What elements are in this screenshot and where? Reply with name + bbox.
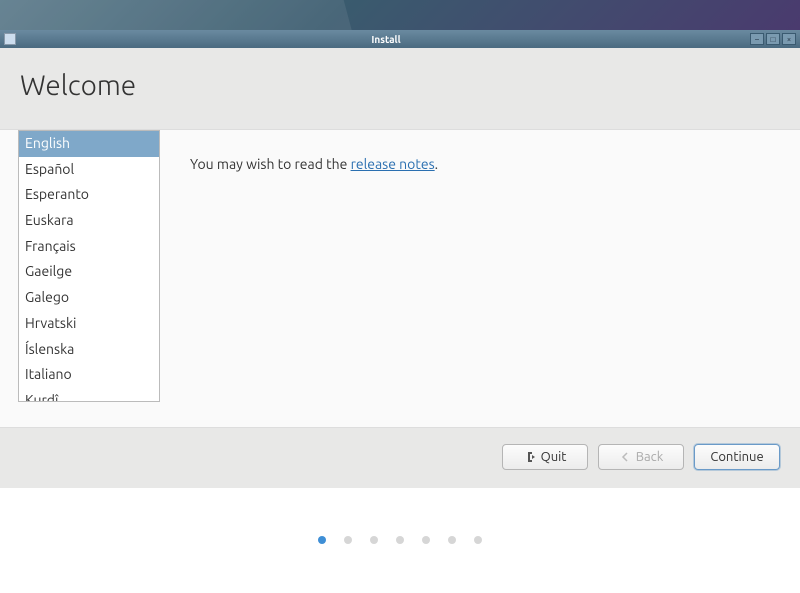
pager-dot[interactable]	[370, 536, 378, 544]
release-notes-link[interactable]: release notes	[351, 156, 435, 172]
pager-dot[interactable]	[318, 536, 326, 544]
release-notes-prefix: You may wish to read the	[190, 156, 351, 172]
desktop-background: Install – □ × Welcome EnglishEspañolEspe…	[0, 0, 800, 593]
close-button[interactable]: ×	[782, 33, 796, 45]
language-item[interactable]: Íslenska	[19, 337, 159, 363]
language-item[interactable]: Español	[19, 157, 159, 183]
maximize-button[interactable]: □	[766, 33, 780, 45]
language-item[interactable]: Italiano	[19, 362, 159, 388]
pager-dot[interactable]	[422, 536, 430, 544]
language-item[interactable]: Euskara	[19, 208, 159, 234]
installer-footer: Quit Back Continue	[0, 428, 800, 488]
language-item[interactable]: Esperanto	[19, 182, 159, 208]
language-item[interactable]: Français	[19, 234, 159, 260]
back-icon	[619, 451, 631, 463]
back-label: Back	[636, 450, 664, 464]
quit-icon	[524, 451, 536, 463]
step-pager	[0, 536, 800, 544]
continue-label: Continue	[710, 450, 763, 464]
page-background	[0, 488, 800, 593]
minimize-button[interactable]: –	[750, 33, 764, 45]
page-title: Welcome	[20, 70, 780, 101]
window-titlebar: Install – □ ×	[0, 30, 800, 48]
language-item[interactable]: Hrvatski	[19, 311, 159, 337]
language-item[interactable]: Gaeilge	[19, 259, 159, 285]
quit-label: Quit	[541, 450, 567, 464]
installer-body: EnglishEspañolEsperantoEuskaraFrançaisGa…	[0, 129, 800, 428]
language-item[interactable]: Galego	[19, 285, 159, 311]
language-item[interactable]: Kurdî	[19, 388, 159, 402]
installer-window: Welcome EnglishEspañolEsperantoEuskaraFr…	[0, 48, 800, 488]
app-icon	[4, 33, 16, 45]
pager-dot[interactable]	[396, 536, 404, 544]
quit-button[interactable]: Quit	[502, 444, 588, 470]
continue-button[interactable]: Continue	[694, 444, 780, 470]
pager-dot[interactable]	[448, 536, 456, 544]
back-button: Back	[598, 444, 684, 470]
release-notes-suffix: .	[435, 156, 438, 172]
main-content: You may wish to read the release notes.	[160, 130, 800, 427]
language-list[interactable]: EnglishEspañolEsperantoEuskaraFrançaisGa…	[18, 130, 160, 402]
language-item[interactable]: English	[19, 131, 159, 157]
pager-dot[interactable]	[344, 536, 352, 544]
installer-header: Welcome	[0, 48, 800, 129]
pager-dot[interactable]	[474, 536, 482, 544]
window-controls: – □ ×	[750, 33, 796, 45]
window-title: Install	[22, 34, 750, 45]
